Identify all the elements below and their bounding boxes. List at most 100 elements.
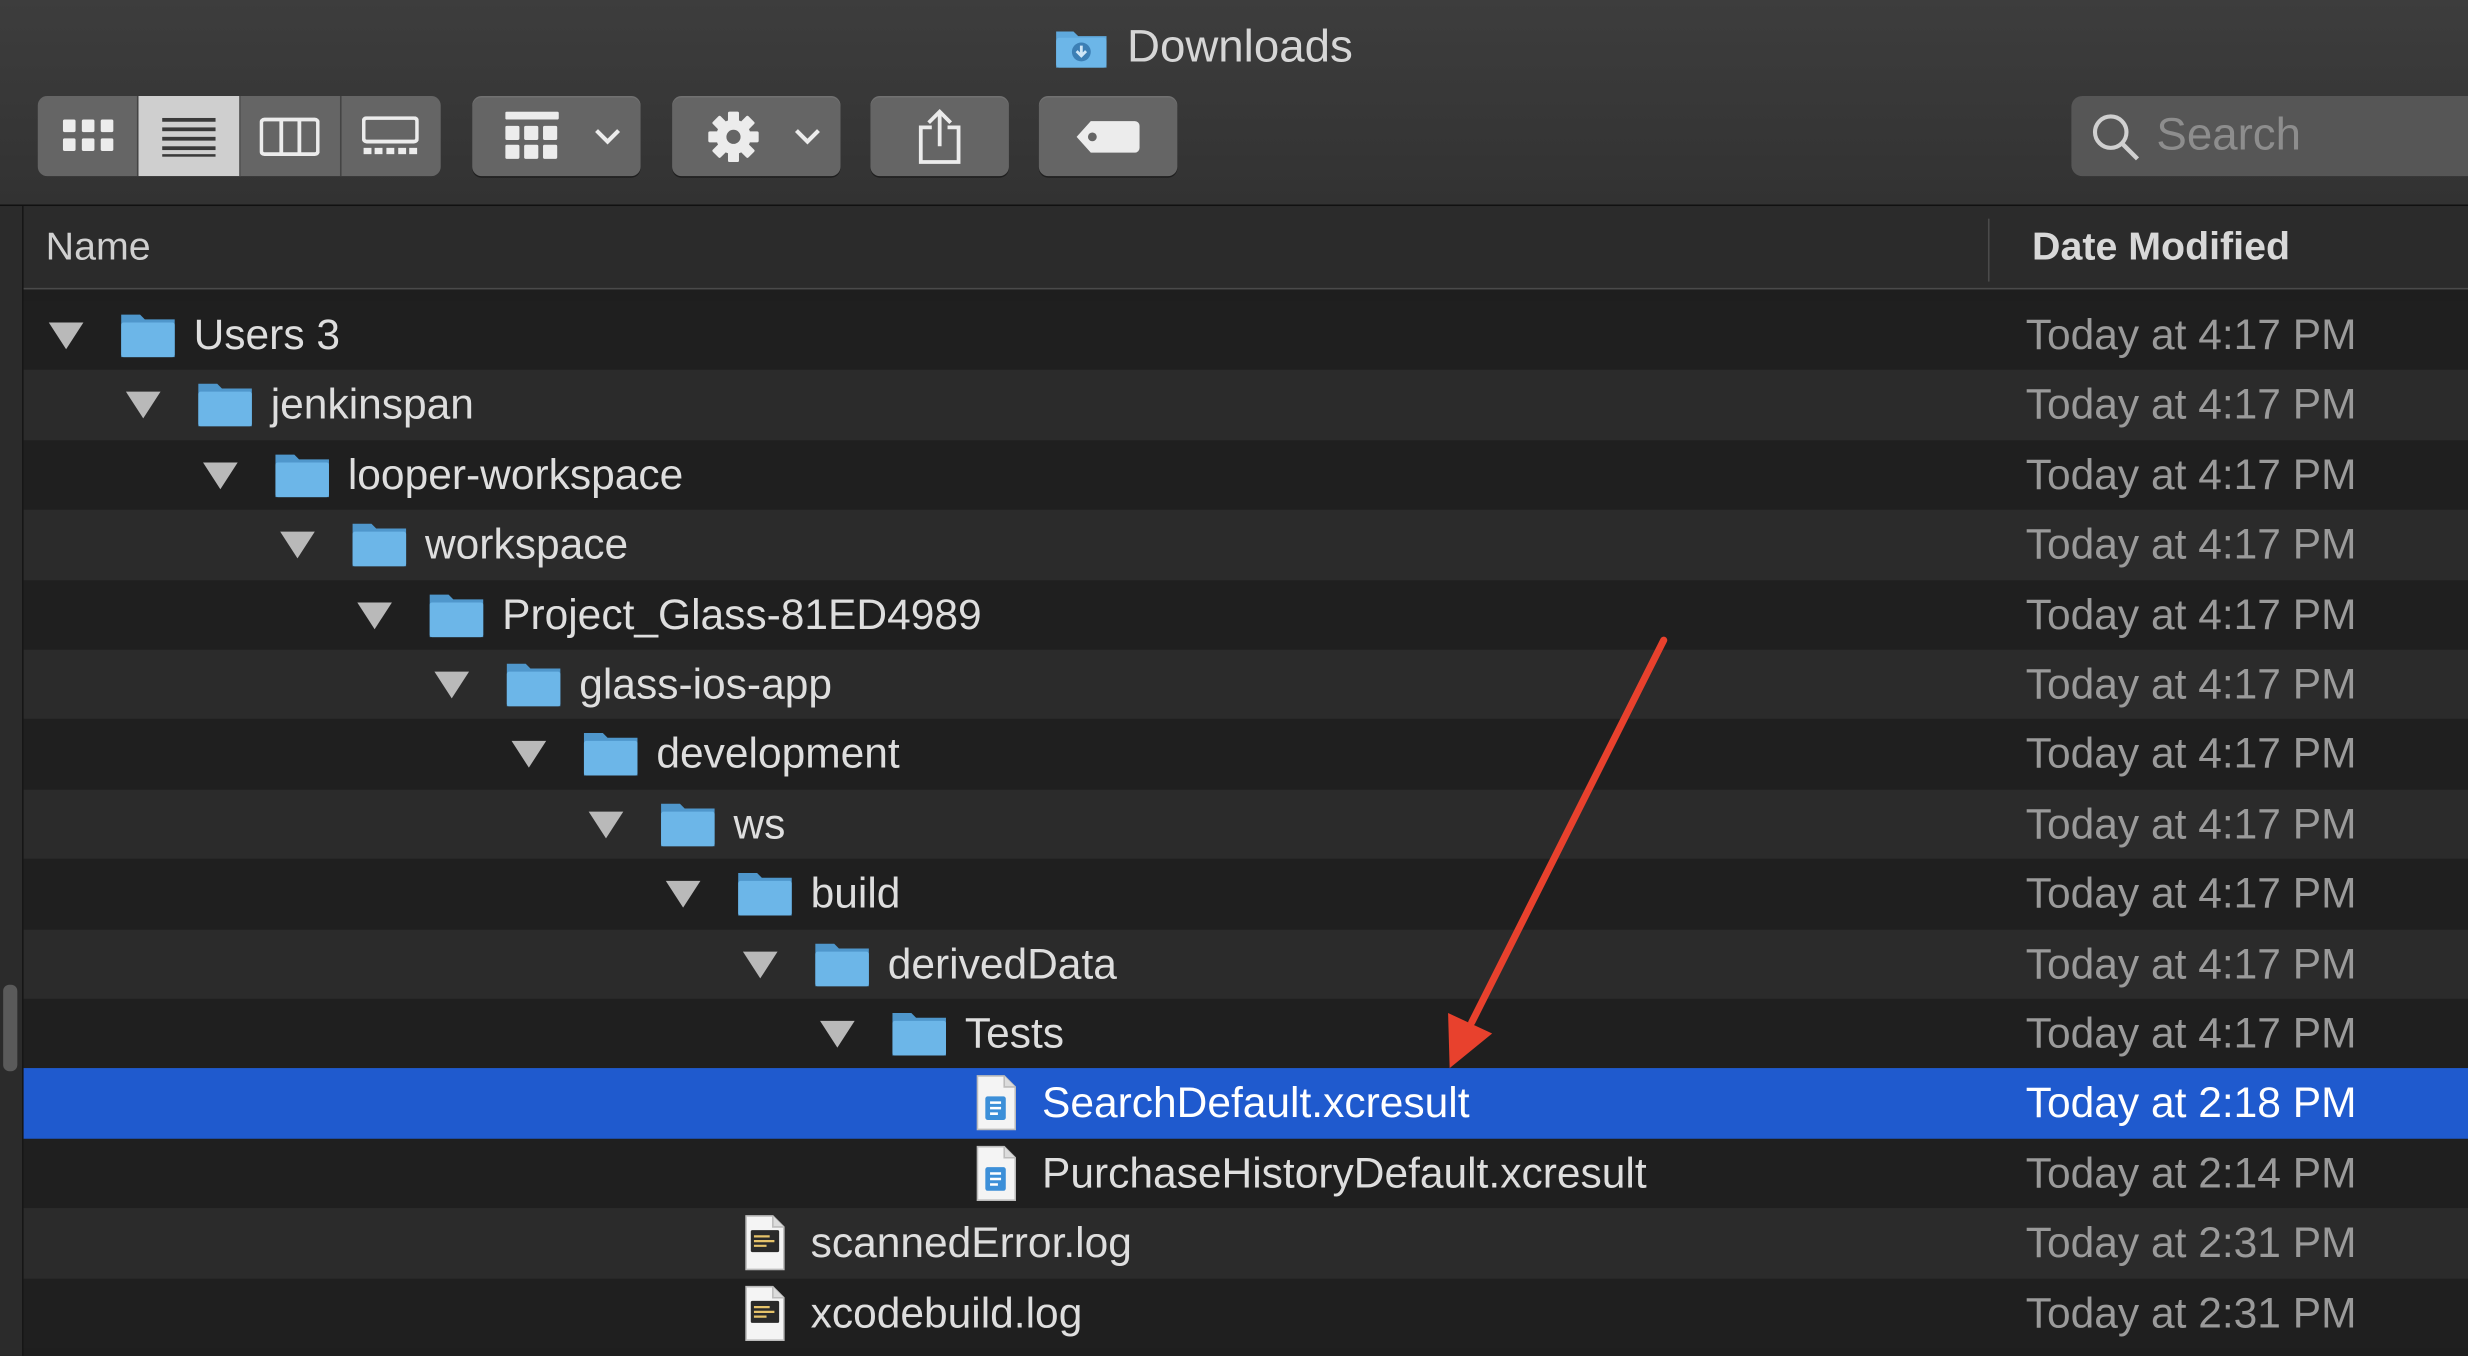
file-name: jenkinspan — [270, 381, 474, 429]
list-item[interactable]: derivedData Today at 4:17 PM — [23, 929, 2468, 999]
log-file-icon — [745, 1285, 785, 1341]
search-field[interactable] — [2071, 95, 2468, 177]
file-name: Users 3 — [193, 311, 341, 359]
folder-icon — [506, 663, 561, 707]
file-name: glass-ios-app — [579, 660, 832, 708]
folder-icon — [892, 1013, 946, 1056]
disclosure-triangle-icon[interactable] — [357, 601, 392, 629]
column-header: Name Date Modified — [23, 206, 2468, 290]
tag-icon — [1076, 120, 1140, 152]
disclosure-triangle-icon[interactable] — [125, 392, 161, 420]
file-date: Today at 4:17 PM — [2025, 800, 2357, 848]
folder-icon — [661, 803, 715, 846]
chevron-down-icon — [794, 129, 820, 145]
sidebar-edge — [0, 206, 24, 1356]
list-item[interactable]: looper-workspace Today at 4:17 PM — [23, 440, 2468, 510]
list-item[interactable]: PurchaseHistoryDefault.xcresult Today at… — [23, 1138, 2468, 1209]
disclosure-triangle-icon[interactable] — [203, 462, 238, 489]
file-date: Today at 2:14 PM — [2025, 1149, 2357, 1197]
file-date: Today at 4:17 PM — [2025, 451, 2357, 499]
file-date: Today at 4:17 PM — [2025, 870, 2357, 918]
folder-icon — [121, 314, 175, 358]
folder-icon — [815, 943, 869, 986]
search-icon — [2092, 113, 2140, 160]
file-date: Today at 4:17 PM — [2025, 940, 2357, 988]
file-date: Today at 4:17 PM — [2025, 660, 2357, 708]
file-name: development — [656, 730, 900, 778]
toolbar: Downloads — [0, 0, 2468, 207]
group-by-button[interactable] — [472, 95, 641, 177]
disclosure-triangle-icon[interactable] — [48, 322, 84, 350]
sidebar-scroll-thumb[interactable] — [3, 984, 18, 1072]
disclosure-triangle-icon[interactable] — [820, 1020, 855, 1048]
file-name: Project_Glass-81ED4989 — [502, 590, 982, 638]
list-item[interactable]: Tests Today at 4:17 PM — [23, 998, 2468, 1069]
file-name: PurchaseHistoryDefault.xcresult — [1041, 1149, 1647, 1197]
column-header-date-modified[interactable]: Date Modified — [2032, 206, 2290, 288]
disclosure-triangle-icon[interactable] — [434, 671, 470, 699]
file-name: xcodebuild.log — [810, 1289, 1083, 1337]
list-item[interactable]: Project_Glass-81ED4989 Today at 4:17 PM — [23, 579, 2468, 650]
file-name: scannedError.log — [810, 1219, 1132, 1267]
file-date: Today at 4:17 PM — [2025, 1009, 2357, 1058]
disclosure-triangle-icon[interactable] — [742, 951, 778, 978]
columns-icon — [259, 116, 320, 156]
folder-icon — [198, 384, 252, 427]
downloads-folder-icon — [1056, 31, 1107, 68]
file-name: SearchDefault.xcresult — [1041, 1079, 1470, 1127]
file-name: Tests — [964, 1009, 1065, 1058]
search-input[interactable] — [2153, 108, 2459, 164]
list-item[interactable]: development Today at 4:17 PM — [23, 719, 2468, 790]
list-view-button[interactable] — [138, 95, 241, 177]
list-item[interactable]: build Today at 4:17 PM — [23, 859, 2468, 929]
list-item[interactable]: workspace Today at 4:17 PM — [23, 509, 2468, 580]
list-item[interactable]: xcodebuild.log Today at 2:31 PM — [23, 1278, 2468, 1349]
group-by-icon — [505, 111, 559, 159]
xcresult-file-icon — [976, 1075, 1017, 1131]
folder-icon — [275, 454, 329, 497]
gallery-view-button[interactable] — [341, 96, 441, 176]
file-date: Today at 4:17 PM — [2025, 730, 2357, 778]
file-name: ws — [733, 800, 786, 848]
list-item[interactable]: jenkinspan Today at 4:17 PM — [23, 370, 2468, 441]
view-mode-control[interactable] — [37, 95, 441, 177]
gallery-icon — [362, 115, 420, 154]
window-title: Downloads — [1055, 19, 1353, 76]
file-name: build — [810, 870, 901, 918]
list-icon — [161, 117, 216, 156]
disclosure-triangle-icon[interactable] — [665, 881, 701, 908]
column-divider[interactable] — [1987, 218, 1990, 282]
window-title-text: Downloads — [1126, 21, 1353, 72]
grid-icon — [62, 118, 113, 151]
file-name: looper-workspace — [347, 451, 684, 499]
xcresult-file-icon — [976, 1145, 1017, 1201]
file-date: Today at 4:17 PM — [2025, 381, 2357, 429]
disclosure-triangle-icon[interactable] — [280, 531, 315, 559]
chevron-down-icon — [595, 129, 621, 145]
file-date: Today at 4:17 PM — [2025, 311, 2357, 359]
icon-view-button[interactable] — [38, 95, 139, 177]
list-item[interactable]: glass-ios-app Today at 4:17 PM — [23, 649, 2468, 720]
list-item[interactable]: scannedError.log Today at 2:31 PM — [23, 1208, 2468, 1279]
folder-icon — [738, 873, 792, 916]
file-name: derivedData — [887, 940, 1117, 988]
list-item-selected[interactable]: SearchDefault.xcresult Today at 2:18 PM — [23, 1068, 2468, 1139]
folder-icon — [352, 524, 407, 567]
share-button[interactable] — [870, 95, 1009, 177]
disclosure-triangle-icon[interactable] — [511, 741, 547, 769]
folder-icon — [429, 593, 484, 637]
file-date: Today at 4:17 PM — [2025, 520, 2357, 569]
file-date: Today at 2:18 PM — [2025, 1079, 2357, 1127]
file-date: Today at 4:17 PM — [2025, 590, 2357, 638]
tag-button[interactable] — [1038, 95, 1178, 177]
list-item[interactable]: ws Today at 4:17 PM — [23, 789, 2468, 860]
folder-icon — [583, 733, 638, 777]
column-header-name[interactable]: Name — [46, 206, 151, 288]
file-date: Today at 2:31 PM — [2025, 1289, 2357, 1337]
share-icon — [918, 108, 961, 164]
gear-icon — [708, 111, 759, 163]
disclosure-triangle-icon[interactable] — [588, 811, 624, 839]
list-item[interactable]: Users 3 Today at 4:17 PM — [23, 300, 2468, 371]
column-view-button[interactable] — [240, 95, 342, 177]
action-button[interactable] — [672, 95, 841, 177]
